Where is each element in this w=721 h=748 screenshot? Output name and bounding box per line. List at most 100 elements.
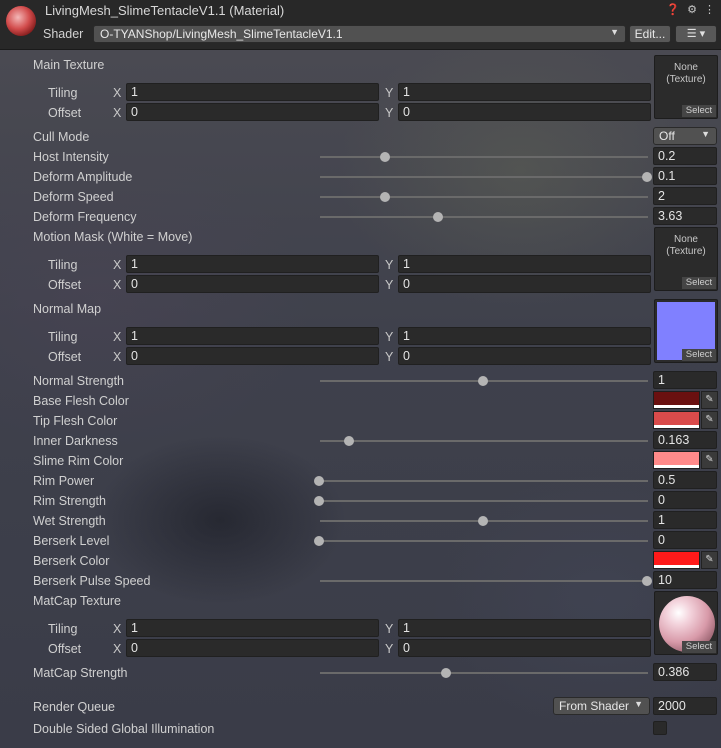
list-options-button[interactable]: ☰ ▾ [675, 25, 717, 43]
inner-darkness-slider-knob[interactable] [343, 436, 354, 446]
deform-speed-slider-knob[interactable] [379, 192, 390, 202]
normal-strength-field[interactable]: 1 [653, 371, 717, 389]
matcap-tiling-y-field[interactable]: 1 [398, 619, 651, 637]
host-intensity-field[interactable]: 0.2 [653, 147, 717, 165]
slime-rim-color-swatch[interactable] [653, 451, 700, 469]
matcap-texture-slot[interactable]: Select [654, 591, 718, 655]
deform-frequency-slider-knob[interactable] [433, 212, 444, 222]
main-texture-slot[interactable]: None (Texture) Select [654, 55, 718, 119]
material-header: LivingMesh_SlimeTentacleV1.1 (Material) … [0, 0, 721, 50]
rim-strength-field[interactable]: 0 [653, 491, 717, 509]
edit-shader-button[interactable]: Edit... [629, 25, 671, 43]
axis-x-label: X [113, 622, 122, 636]
rim-power-label: Rim Power [33, 474, 95, 488]
normal-tiling-y-field[interactable]: 1 [398, 327, 651, 345]
deform-speed-slider-track[interactable] [320, 196, 648, 198]
matcap-strength-field[interactable]: 0.386 [653, 663, 717, 681]
eyedropper-icon[interactable]: ✎ [701, 411, 718, 429]
deform-frequency-field[interactable]: 3.63 [653, 207, 717, 225]
color-fill [654, 412, 699, 425]
main-offset-y-field[interactable]: 0 [398, 103, 651, 121]
normal-offset-y-field[interactable]: 0 [398, 347, 651, 365]
motion-mask-texture-slot[interactable]: None (Texture) Select [654, 227, 718, 291]
matcap-tiling-x-field[interactable]: 1 [126, 619, 379, 637]
main-offset-x-field[interactable]: 0 [126, 103, 379, 121]
double-sided-gi-checkbox[interactable] [653, 721, 667, 735]
axis-x-label: X [113, 350, 122, 364]
normal-map-texture-slot[interactable]: Select [654, 299, 718, 363]
matcap-tiling-label: Tiling [48, 622, 78, 636]
deform-amplitude-slider-knob[interactable] [642, 172, 652, 182]
inner-darkness-label: Inner Darkness [33, 434, 118, 448]
rim-strength-slider-knob[interactable] [314, 496, 324, 506]
axis-x-label: X [113, 278, 122, 292]
base-flesh-color-swatch[interactable] [653, 391, 700, 409]
rim-strength-slider-track[interactable] [320, 500, 648, 502]
inner-darkness-slider-track[interactable] [320, 440, 648, 442]
main-tiling-label: Tiling [48, 86, 78, 100]
main-texture-select-button[interactable]: Select [682, 105, 716, 117]
chevron-down-icon: ▼ [610, 27, 619, 37]
berserk-level-slider-track[interactable] [320, 540, 648, 542]
normal-offset-x-field[interactable]: 0 [126, 347, 379, 365]
tip-flesh-color-swatch[interactable] [653, 411, 700, 429]
axis-y-label: Y [385, 642, 394, 656]
berserk-level-field[interactable]: 0 [653, 531, 717, 549]
motion-tiling-y-field[interactable]: 1 [398, 255, 651, 273]
berserk-pulse-speed-field[interactable]: 10 [653, 571, 717, 589]
motion-mask-select-button[interactable]: Select [682, 277, 716, 289]
rim-power-field[interactable]: 0.5 [653, 471, 717, 489]
matcap-offset-y-field[interactable]: 0 [398, 639, 651, 657]
wet-strength-slider-knob[interactable] [478, 516, 488, 526]
matcap-strength-slider-track[interactable] [320, 672, 648, 674]
menu-icon[interactable]: ⋮ [704, 3, 715, 16]
header-icons: ❓ ⚙ ⋮ [666, 3, 715, 16]
motion-offset-x-field[interactable]: 0 [126, 275, 379, 293]
berserk-pulse-speed-slider-knob[interactable] [642, 576, 652, 586]
berserk-level-slider-knob[interactable] [314, 536, 324, 546]
host-intensity-slider-track[interactable] [320, 156, 648, 158]
normal-map-label: Normal Map [33, 302, 102, 316]
wet-strength-label: Wet Strength [33, 514, 106, 528]
wet-strength-field[interactable]: 1 [653, 511, 717, 529]
deform-speed-field[interactable]: 2 [653, 187, 717, 205]
help-icon[interactable]: ❓ [666, 3, 680, 16]
normal-map-select-button[interactable]: Select [682, 349, 716, 361]
cull-mode-dropdown[interactable]: Off ▼ [653, 127, 717, 145]
matcap-offset-label: Offset [48, 642, 82, 656]
eyedropper-icon[interactable]: ✎ [701, 451, 718, 469]
deform-frequency-slider-track[interactable] [320, 216, 648, 218]
berserk-color-swatch[interactable] [653, 551, 700, 569]
eyedropper-icon[interactable]: ✎ [701, 391, 718, 409]
main-offset-label: Offset [48, 106, 82, 120]
host-intensity-slider-knob[interactable] [379, 152, 390, 162]
normal-tiling-x-field[interactable]: 1 [126, 327, 379, 345]
eyedropper-icon[interactable]: ✎ [701, 551, 718, 569]
motion-tiling-x-field[interactable]: 1 [126, 255, 379, 273]
settings-icon[interactable]: ⚙ [687, 3, 697, 16]
matcap-select-button[interactable]: Select [682, 641, 716, 653]
shader-dropdown[interactable]: O-TYANShop/LivingMesh_SlimeTentacleV1.1 … [93, 25, 626, 43]
matcap-texture-label: MatCap Texture [33, 594, 122, 608]
main-tiling-y-field[interactable]: 1 [398, 83, 651, 101]
render-queue-field[interactable]: 2000 [653, 697, 717, 715]
render-queue-mode-value: From Shader [559, 699, 630, 713]
normal-tiling-label: Tiling [48, 330, 78, 344]
deform-amplitude-field[interactable]: 0.1 [653, 167, 717, 185]
matcap-offset-x-field[interactable]: 0 [126, 639, 379, 657]
deform-amplitude-slider-track[interactable] [320, 176, 648, 178]
motion-offset-y-field[interactable]: 0 [398, 275, 651, 293]
render-queue-mode-dropdown[interactable]: From Shader ▼ [553, 697, 650, 715]
normal-strength-slider-knob[interactable] [478, 376, 488, 386]
inner-darkness-field[interactable]: 0.163 [653, 431, 717, 449]
axis-y-label: Y [385, 86, 394, 100]
rim-power-slider-track[interactable] [320, 480, 648, 482]
matcap-strength-slider-knob[interactable] [440, 668, 451, 678]
rim-strength-label: Rim Strength [33, 494, 106, 508]
main-tiling-x-field[interactable]: 1 [126, 83, 379, 101]
cull-mode-label: Cull Mode [33, 130, 90, 144]
chevron-down-icon: ▼ [634, 699, 643, 709]
motion-offset-label: Offset [48, 278, 82, 292]
berserk-pulse-speed-slider-track[interactable] [320, 580, 648, 582]
rim-power-slider-knob[interactable] [314, 476, 324, 486]
